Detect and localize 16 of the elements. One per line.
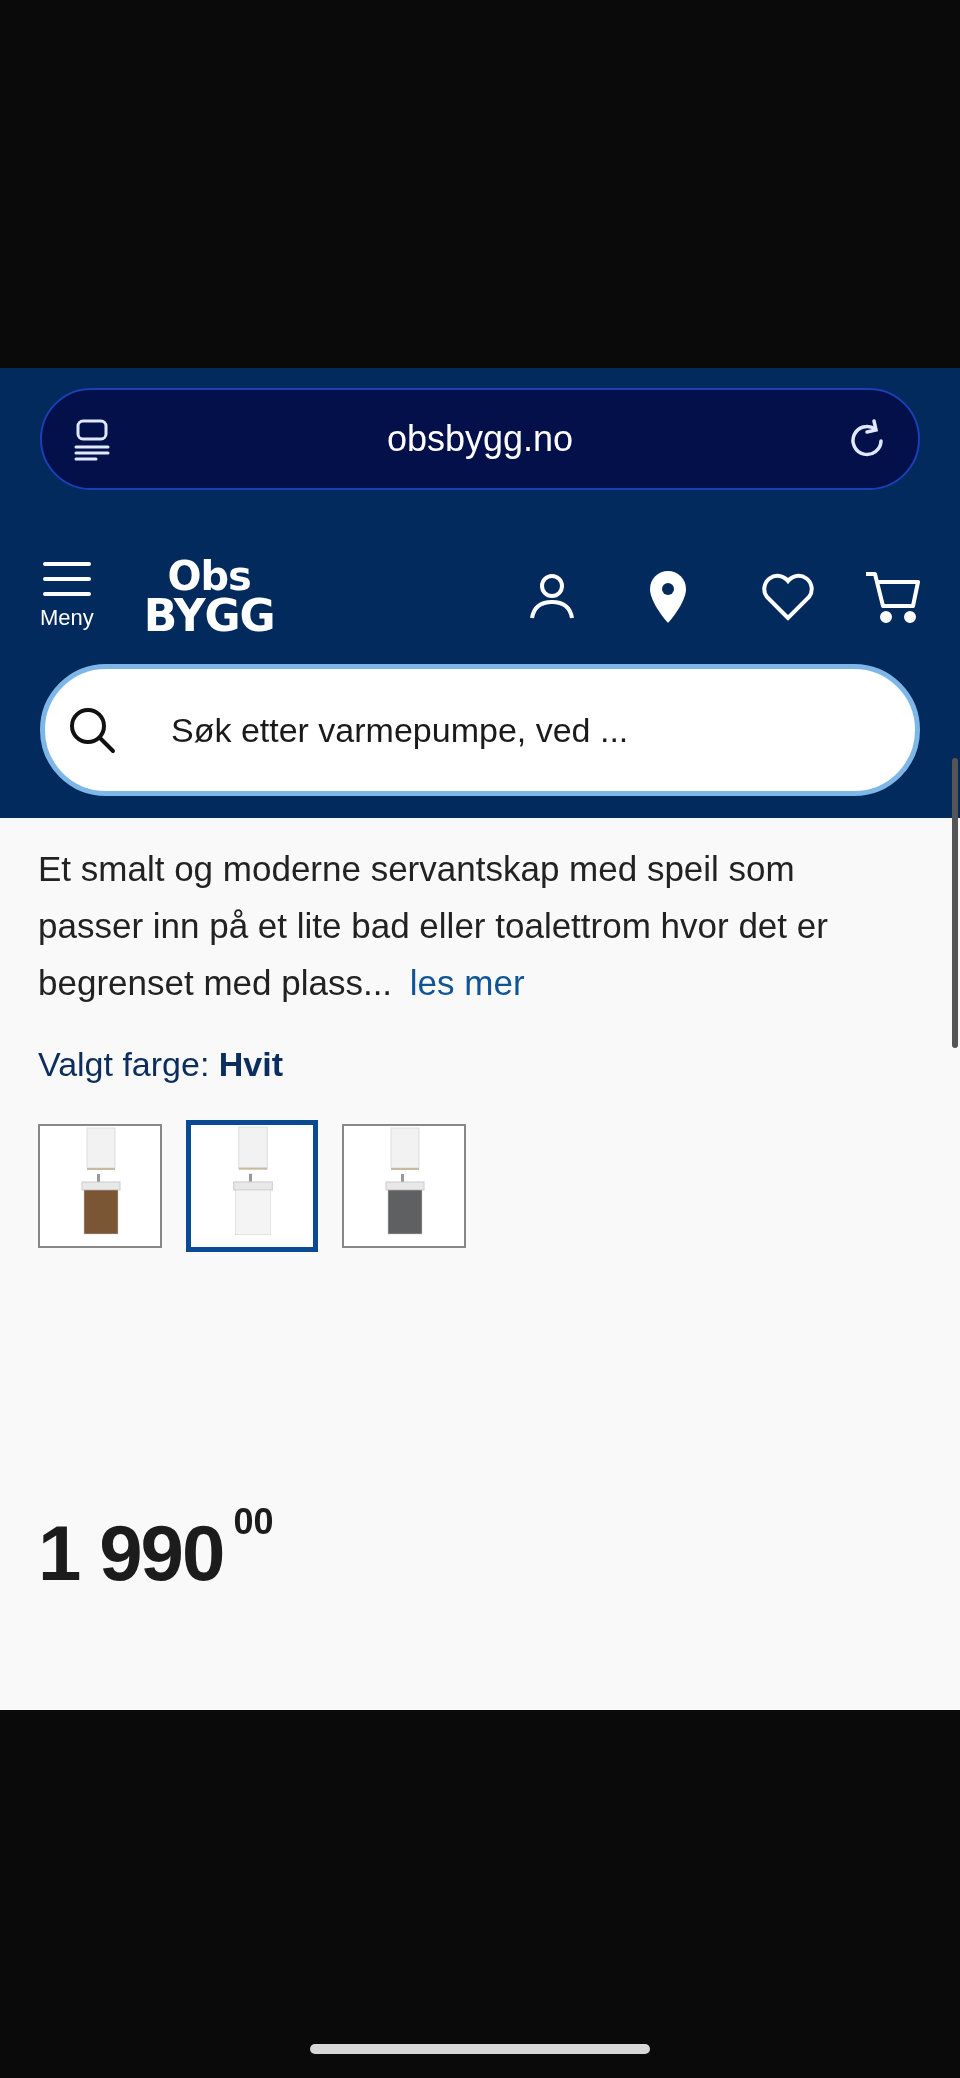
location-pin-icon[interactable]	[648, 569, 688, 625]
reader-icon[interactable]	[72, 417, 112, 461]
price-decimals: 00	[233, 1504, 274, 1540]
address-bar[interactable]: obsbygg.no	[40, 388, 920, 490]
menu-button[interactable]: Meny	[40, 560, 94, 634]
cart-icon[interactable]	[864, 570, 920, 624]
menu-icon	[41, 560, 92, 597]
search-field[interactable]: Søk etter varmepumpe, ved ...	[40, 664, 920, 796]
selected-color-label: Valgt farge: Hvit	[38, 1044, 285, 1085]
url-text: obsbygg.no	[385, 417, 575, 461]
price: 1 990	[38, 1514, 224, 1592]
heart-icon[interactable]	[760, 572, 816, 622]
logo[interactable]: Obs BYGG	[143, 557, 275, 637]
product-description: Et smalt og moderne servantskap med speil som passer inn på et lite bad eller toalettrom hvor det er begrenset med plass... les mer	[38, 848, 829, 1004]
search-icon	[68, 706, 116, 754]
read-more-link[interactable]: les mer	[409, 963, 525, 1002]
